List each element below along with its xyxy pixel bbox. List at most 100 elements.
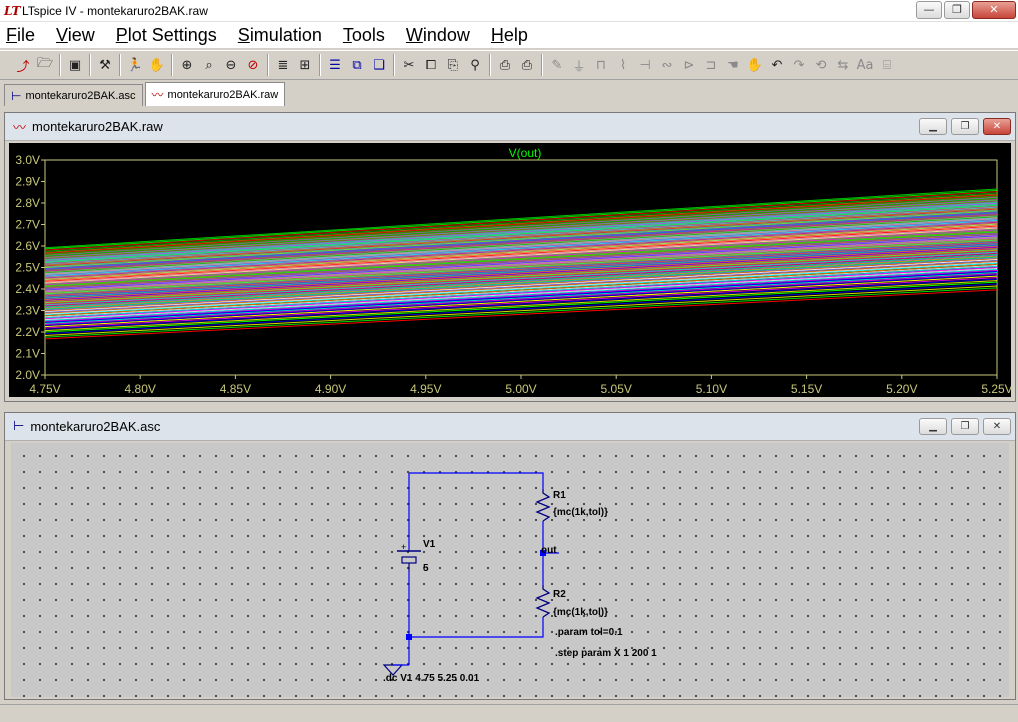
run-icon[interactable]: 🏃 [124, 54, 146, 76]
minimize-button[interactable]: ▁ [919, 418, 947, 435]
dc-directive[interactable]: .dc V1 4.75 5.25 0.01 [383, 673, 480, 684]
r1-label: R1 [553, 490, 566, 501]
ground-icon[interactable]: ⏚ [568, 54, 590, 76]
wire[interactable] [409, 617, 544, 638]
menu-file[interactable]: File [6, 25, 35, 46]
status-bar [0, 704, 1018, 722]
menu-plot-settings[interactable]: Plot Settings [116, 25, 217, 46]
resistor-r2[interactable]: R2 {mc(1k,tol)} [535, 585, 608, 618]
restore-button[interactable]: ❐ [951, 418, 979, 435]
title-bar: LT LTspice IV - montekaruro2BAK.raw — ❐ … [0, 0, 1018, 22]
zoom-cancel-icon[interactable]: ⊘ [242, 54, 264, 76]
plot-pane[interactable]: 3.0V 2.9V 2.8V 2.7V 2.6V 2.5V 2.4V 2.3V 2.2V 2.1V… [9, 143, 1013, 397]
y-tick-label: 2.2V [15, 325, 40, 339]
menu-help-accel: H [490, 24, 504, 45]
x-tick-label: 5.10V [696, 382, 727, 396]
toolbar-separator [267, 54, 269, 76]
zoom-out-icon[interactable]: ⊖ [220, 54, 242, 76]
restore-button[interactable]: ❐ [951, 118, 979, 135]
open-folder-icon[interactable]: 🗁 [34, 54, 56, 76]
close-button[interactable]: ✕ [983, 418, 1011, 435]
waveform-window-titlebar[interactable]: 〰 montekaruro2BAK.raw ▁ ❐ ✕ [5, 113, 1015, 141]
new-plot-icon[interactable]: ⤴ [12, 54, 34, 76]
capacitor-icon[interactable]: ⊣ [634, 54, 656, 76]
menu-window[interactable]: Window [406, 25, 470, 46]
close-button[interactable]: ✕ [972, 1, 1016, 19]
undo-icon[interactable]: ↶ [766, 54, 788, 76]
cascade-icon[interactable]: ⧉ [346, 54, 368, 76]
menu-view[interactable]: View [56, 25, 95, 46]
tab-waveform[interactable]: 〰 montekaruro2BAK.raw [144, 82, 286, 106]
window-controls: — ❐ ✕ [916, 1, 1016, 19]
schematic-window-title: montekaruro2BAK.asc [30, 419, 161, 434]
net-label-out[interactable]: out [541, 545, 557, 556]
restore-button[interactable]: ❐ [944, 1, 970, 19]
autorange-icon[interactable]: ≣ [272, 54, 294, 76]
schematic-canvas[interactable]: + V1 5 R1 {mc(1k,tol)} out R2 {mc(1k,tol… [11, 443, 1009, 697]
drag-icon[interactable]: ✋ [744, 54, 766, 76]
voltage-source-v1[interactable]: + V1 5 [397, 539, 436, 574]
resistor-r1[interactable]: R1 {mc(1k,tol)} [535, 489, 608, 522]
waveform-window-controls: ▁ ❐ ✕ [919, 118, 1011, 135]
menu-bar: File View Plot Settings Simulation Tools… [0, 22, 1018, 48]
split-plot-icon[interactable]: ⊞ [294, 54, 316, 76]
schematic-icon: ⊢ [11, 88, 22, 103]
label-icon[interactable]: ⊓ [590, 54, 612, 76]
mirror-icon[interactable]: ⇆ [832, 54, 854, 76]
tab-schematic[interactable]: ⊢ montekaruro2BAK.asc [4, 84, 143, 106]
find-icon[interactable]: ⚲ [464, 54, 486, 76]
redo-icon[interactable]: ↷ [788, 54, 810, 76]
menu-simulation[interactable]: Simulation [238, 25, 322, 46]
cut-icon[interactable]: ✂ [398, 54, 420, 76]
plot-traces [44, 188, 998, 340]
schematic-icon: ⊢ [13, 419, 25, 434]
text-icon[interactable]: Aa [854, 54, 876, 76]
menu-file-label: ile [17, 24, 36, 45]
y-tick-label: 2.7V [15, 218, 40, 232]
close-button[interactable]: ✕ [983, 118, 1011, 135]
waveform-plot[interactable]: 3.0V 2.9V 2.8V 2.7V 2.6V 2.5V 2.4V 2.3V 2.2V 2.1V… [9, 143, 1012, 397]
diode-icon[interactable]: ⊳ [678, 54, 700, 76]
minimize-button[interactable]: — [916, 1, 942, 19]
step-directive[interactable]: .step param X 1 200 1 [555, 648, 657, 659]
y-tick-label: 2.5V [15, 261, 40, 275]
menu-help-label: elp [503, 24, 528, 45]
inductor-icon[interactable]: ∾ [656, 54, 678, 76]
window-list-icon[interactable]: ❏ [368, 54, 390, 76]
y-tick-label: 2.0V [15, 368, 40, 382]
control-panel-icon[interactable]: ⚒ [94, 54, 116, 76]
component-icon[interactable]: ⊐ [700, 54, 722, 76]
tab-label: montekaruro2BAK.asc [25, 89, 136, 102]
r2-value: {mc(1k,tol)} [553, 607, 608, 618]
zoom-area-icon[interactable]: ⌕ [198, 54, 220, 76]
paste-icon[interactable]: ⎘ [442, 54, 464, 76]
toolbar-separator [171, 54, 173, 76]
menu-tools[interactable]: Tools [343, 25, 385, 46]
wire[interactable] [409, 472, 544, 489]
print-icon[interactable]: ⎙ [516, 54, 538, 76]
rotate-icon[interactable]: ⟲ [810, 54, 832, 76]
move-icon[interactable]: ☚ [722, 54, 744, 76]
menu-window-accel: W [405, 24, 423, 45]
waveform-icon: 〰 [13, 121, 27, 136]
schematic-drawing[interactable]: + V1 5 R1 {mc(1k,tol)} out R2 {mc(1k,tol… [11, 443, 1009, 697]
x-tick-label: 4.90V [315, 382, 346, 396]
save-icon[interactable]: ▣ [64, 54, 86, 76]
zoom-in-icon[interactable]: ⊕ [176, 54, 198, 76]
trace-label[interactable]: V(out) [509, 146, 542, 160]
wire-icon[interactable]: ✎ [546, 54, 568, 76]
x-tick-label: 5.25V [981, 382, 1011, 396]
toolbar-separator [89, 54, 91, 76]
spice-directive-icon[interactable]: ⌸ [876, 54, 898, 76]
param-directive[interactable]: .param tol=0.1 [555, 627, 623, 638]
menu-file-accel: F [6, 24, 17, 45]
minimize-button[interactable]: ▁ [919, 118, 947, 135]
print-preview-icon[interactable]: ⎙ [494, 54, 516, 76]
resistor-icon[interactable]: ⌇ [612, 54, 634, 76]
schematic-window-titlebar[interactable]: ⊢ montekaruro2BAK.asc ▁ ❐ ✕ [5, 413, 1015, 441]
x-tick-label: 5.20V [886, 382, 917, 396]
halt-hand-icon[interactable]: ✋ [146, 54, 168, 76]
menu-help[interactable]: Help [491, 25, 528, 46]
tile-icon[interactable]: ☰ [324, 54, 346, 76]
copy-icon[interactable]: ⧠ [420, 54, 442, 76]
